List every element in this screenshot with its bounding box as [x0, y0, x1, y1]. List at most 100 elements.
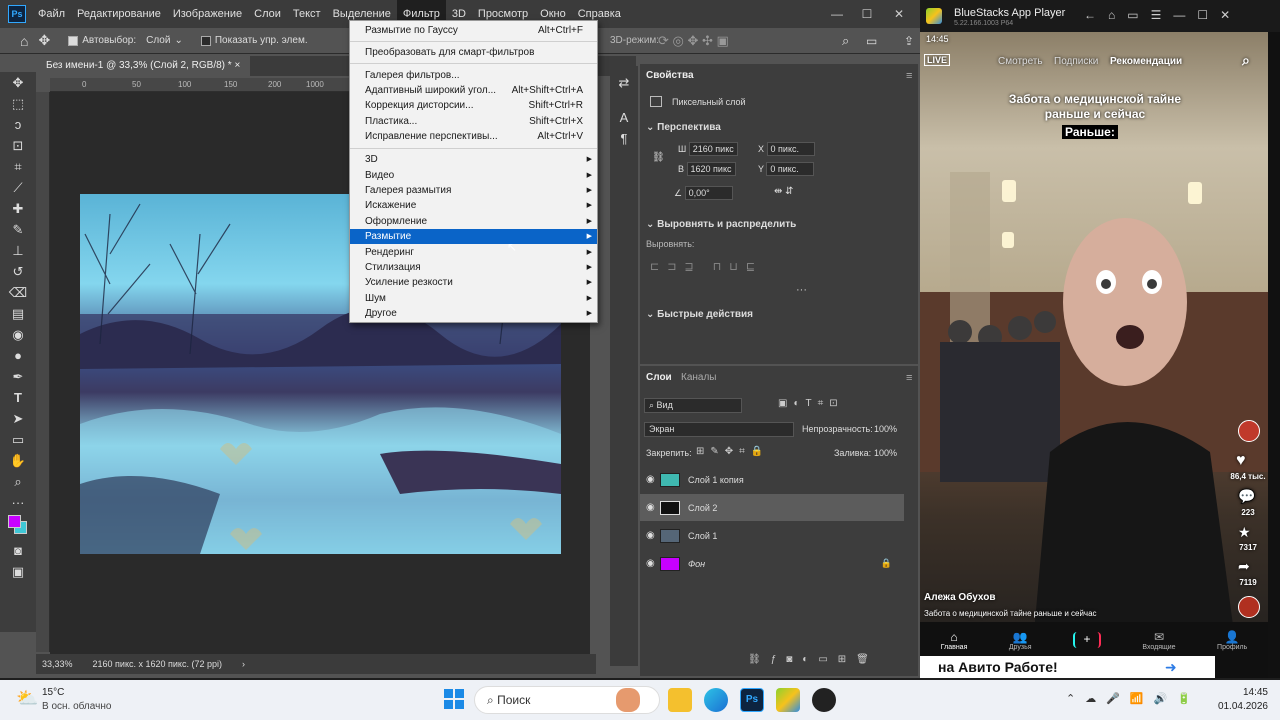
- tab-watch[interactable]: Смотреть: [998, 56, 1043, 67]
- share-icon[interactable]: ⇪: [904, 34, 914, 48]
- perspective-section[interactable]: ⌄ Перспектива: [646, 122, 721, 133]
- edge-icon[interactable]: [704, 688, 728, 712]
- clock-time[interactable]: 14:45: [1212, 687, 1268, 698]
- eraser-tool-icon[interactable]: ⌫: [0, 282, 36, 303]
- create-button[interactable]: +: [1072, 632, 1101, 648]
- zoom-level[interactable]: 33,33%: [42, 659, 73, 669]
- layer-row[interactable]: ◉ Слой 1 копия: [640, 466, 904, 493]
- width-value[interactable]: 2160 пикс: [688, 142, 738, 156]
- rectangle-tool-icon[interactable]: ▭: [0, 429, 36, 450]
- opacity-input[interactable]: 100%: [874, 422, 908, 437]
- flip-icons[interactable]: ⇹ ⇵: [774, 186, 794, 197]
- menu-edit[interactable]: Редактирование: [71, 0, 167, 28]
- search-icon[interactable]: ⌕: [1242, 52, 1250, 69]
- panel-menu-icon[interactable]: ≡: [906, 70, 912, 82]
- paragraph-icon[interactable]: ¶: [610, 128, 638, 149]
- stamp-tool-icon[interactable]: ⊥: [0, 240, 36, 261]
- system-tray-icons[interactable]: ⌃☁🎤📶🔊🔋: [1066, 692, 1201, 705]
- path-select-icon[interactable]: ➤: [0, 408, 36, 429]
- menu-item-blur[interactable]: Размытие ▶: [350, 229, 597, 244]
- angle-value[interactable]: 0,00°: [684, 186, 733, 200]
- y-field[interactable]: Y 0 пикс.: [758, 162, 815, 176]
- menu-file[interactable]: Файл: [32, 0, 71, 28]
- menu-item-smart-filters[interactable]: Преобразовать для смарт-фильтров: [350, 45, 597, 60]
- x-value[interactable]: 0 пикс.: [766, 142, 815, 156]
- healing-tool-icon[interactable]: ✚: [0, 198, 36, 219]
- video-player[interactable]: 14:45 LIVE Смотреть Подписки Рекомендаци…: [920, 32, 1268, 678]
- link-icon[interactable]: ⛓: [652, 152, 665, 163]
- width-field[interactable]: Ш 2160 пикс: [678, 142, 738, 156]
- more-tools-icon[interactable]: ···: [0, 492, 36, 513]
- quick-select-tool-icon[interactable]: ⊡: [0, 135, 36, 156]
- comment-icon[interactable]: 💬: [1238, 488, 1255, 505]
- autoselect-checkbox[interactable]: Автовыбор:: [68, 35, 136, 46]
- minimize-icon[interactable]: —: [820, 0, 854, 28]
- close-icon[interactable]: ✕: [882, 0, 916, 28]
- quick-mask-icon[interactable]: ◙: [0, 540, 36, 561]
- character-icon[interactable]: A: [610, 107, 638, 128]
- menu-layers[interactable]: Слои: [248, 0, 287, 28]
- gradient-tool-icon[interactable]: ▤: [0, 303, 36, 324]
- heart-icon[interactable]: ♥: [1236, 452, 1246, 470]
- text-tool-icon[interactable]: T: [0, 387, 36, 408]
- move-tool-icon[interactable]: ✥: [0, 72, 36, 93]
- eye-icon[interactable]: ◉: [646, 474, 655, 485]
- workspace-icon[interactable]: ▭: [866, 34, 877, 48]
- menu-item-vanishing-point[interactable]: Исправление перспективы... Alt+Ctrl+V: [350, 129, 597, 144]
- close-tab-icon[interactable]: ×: [234, 60, 240, 71]
- ad-banner[interactable]: на Авито Работе! ➜: [920, 656, 1215, 678]
- clock-date[interactable]: 01.04.2026: [1212, 701, 1268, 712]
- y-value[interactable]: 0 пикс.: [766, 162, 815, 176]
- menu-item-distort[interactable]: Искажение ▶: [350, 198, 597, 213]
- menu-image[interactable]: Изображение: [167, 0, 248, 28]
- dodge-tool-icon[interactable]: ●: [0, 345, 36, 366]
- menu-item-sharpen[interactable]: Усиление резкости ▶: [350, 275, 597, 290]
- layer-row[interactable]: ◉ Фон 🔒: [640, 550, 904, 577]
- layer-row[interactable]: ◉ Слой 2: [640, 494, 904, 521]
- history-icon[interactable]: ⇄: [610, 72, 638, 93]
- layer-actions-icons[interactable]: ⛓ƒ◙◐▭⊞🗑: [748, 654, 879, 665]
- x-field[interactable]: X 0 пикс.: [758, 142, 815, 156]
- start-button[interactable]: [444, 689, 464, 709]
- menu-item-gaussian-blur[interactable]: Размытие по Гауссу Alt+Ctrl+F: [350, 23, 597, 38]
- 3d-tools-icons[interactable]: ⟳ ◎ ✥ ✣ ▣: [658, 33, 729, 49]
- menu-item-video[interactable]: Видео ▶: [350, 168, 597, 183]
- bookmark-icon[interactable]: ★: [1238, 524, 1251, 541]
- lock-icons[interactable]: ⊞✎✥⌗🔒: [696, 446, 769, 457]
- show-controls-checkbox[interactable]: Показать упр. элем.: [200, 35, 308, 46]
- menu-item-noise[interactable]: Шум ▶: [350, 291, 597, 306]
- eye-icon[interactable]: ◉: [646, 530, 655, 541]
- menu-item-stylize[interactable]: Стилизация ▶: [350, 260, 597, 275]
- blend-mode-select[interactable]: Экран: [644, 422, 794, 437]
- marquee-tool-icon[interactable]: ⬚: [0, 93, 36, 114]
- search-icon[interactable]: ⌕: [842, 33, 849, 49]
- pen-tool-icon[interactable]: ✒: [0, 366, 36, 387]
- bluestacks-taskbar-icon[interactable]: [776, 688, 800, 712]
- menu-item-render[interactable]: Рендеринг ▶: [350, 245, 597, 260]
- menu-item-adaptive-wide-angle[interactable]: Адаптивный широкий угол... Alt+Shift+Ctrl…: [350, 83, 597, 98]
- zoom-tool-icon[interactable]: ⌕: [0, 471, 36, 492]
- author-avatar[interactable]: [1238, 420, 1260, 442]
- layer-filter-icons[interactable]: ▣◐T⌗⊡: [778, 398, 844, 409]
- screen-mode-icon[interactable]: ▣: [0, 561, 36, 582]
- brush-tool-icon[interactable]: ✎: [0, 219, 36, 240]
- menu-item-3d[interactable]: 3D ▶: [350, 152, 597, 167]
- menu-item-liquify[interactable]: Пластика... Shift+Ctrl+X: [350, 114, 597, 129]
- tab-recommendations[interactable]: Рекомендации: [1110, 56, 1182, 67]
- menu-type[interactable]: Текст: [287, 0, 327, 28]
- live-icon[interactable]: LIVE: [924, 54, 951, 66]
- height-value[interactable]: 1620 пикс: [686, 162, 736, 176]
- color-swatches-icon[interactable]: [0, 513, 36, 534]
- file-explorer-icon[interactable]: [668, 688, 692, 712]
- tab-subscriptions[interactable]: Подписки: [1054, 56, 1098, 67]
- angle-field[interactable]: ∠ 0,00°: [674, 186, 733, 200]
- eye-icon[interactable]: ◉: [646, 558, 655, 569]
- blur-tool-icon[interactable]: ◉: [0, 324, 36, 345]
- lasso-tool-icon[interactable]: ↄ: [0, 114, 36, 135]
- align-section[interactable]: ⌄ Выровнять и распределить: [646, 219, 796, 230]
- history-brush-icon[interactable]: ↺: [0, 261, 36, 282]
- document-tab[interactable]: Без имени-1 @ 33,3% (Слой 2, RGB/8) * ×: [36, 56, 251, 76]
- nav-friends[interactable]: 👥 Друзья: [1009, 630, 1032, 651]
- chevron-right-icon[interactable]: ›: [242, 659, 245, 669]
- layer-filter-select[interactable]: ⌕ Вид: [644, 398, 742, 413]
